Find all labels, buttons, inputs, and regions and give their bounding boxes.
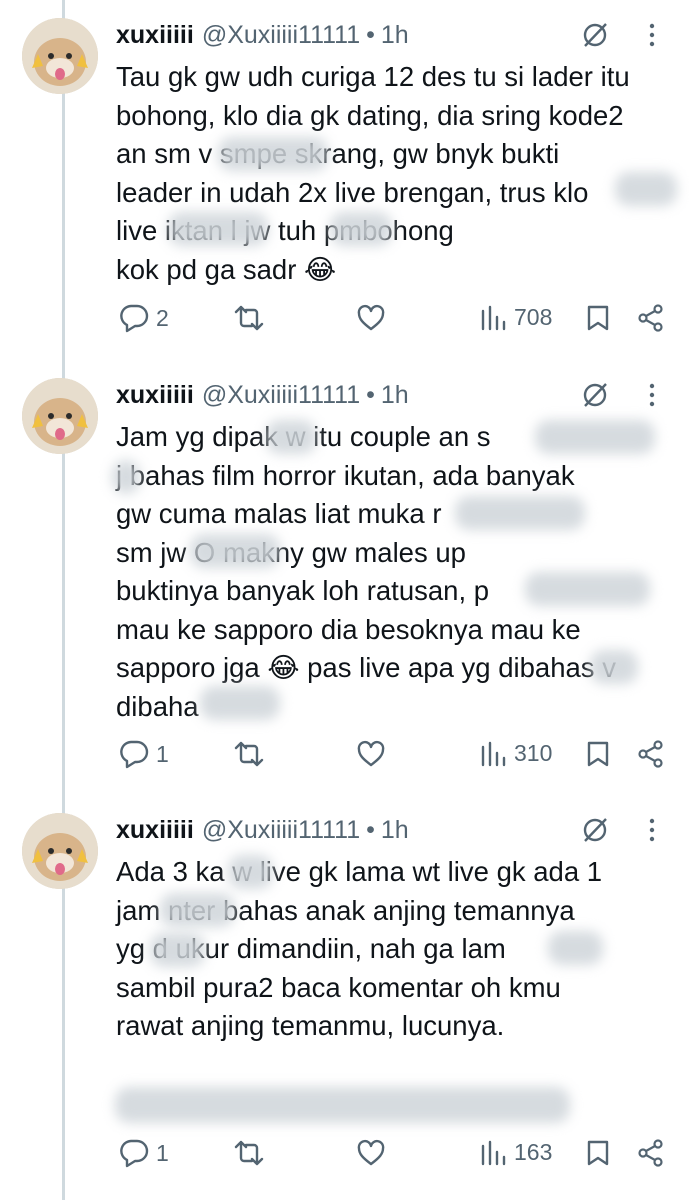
blurred-region: [115, 1087, 570, 1123]
reply-icon: [120, 304, 149, 333]
reply-button[interactable]: 2: [118, 302, 169, 334]
grok-icon[interactable]: [580, 380, 610, 410]
view-count: 163: [514, 1139, 553, 1165]
user-handle[interactable]: @Xuxiiiii11111: [202, 816, 360, 845]
blurred-region: [228, 855, 273, 889]
blurred-region: [160, 893, 235, 927]
like-button[interactable]: [356, 304, 386, 332]
user-handle[interactable]: @Xuxiiiii11111: [202, 21, 360, 50]
reply-icon: [120, 740, 149, 769]
blurred-region: [190, 534, 280, 568]
tweet[interactable]: xuxiiiii @Xuxiiiii11111 • 1h Tau gk gw u…: [0, 0, 689, 360]
reply-count: 1: [156, 1139, 169, 1166]
view-count: 708: [514, 304, 553, 330]
reply-count: 2: [156, 304, 169, 331]
like-button[interactable]: [356, 740, 386, 768]
bookmark-icon: [587, 1140, 609, 1166]
retweet-button[interactable]: [232, 304, 266, 332]
views-button[interactable]: 310: [480, 740, 552, 767]
bookmark-icon: [587, 741, 609, 767]
tweet-header: xuxiiiii @Xuxiiiii11111 • 1h: [116, 18, 409, 52]
share-icon: [638, 1139, 663, 1167]
retweet-button[interactable]: [232, 1139, 266, 1167]
retweet-button[interactable]: [232, 740, 266, 768]
retweet-icon: [234, 305, 264, 331]
retweet-icon: [234, 741, 264, 767]
views-icon: [481, 305, 506, 330]
reply-button[interactable]: 1: [118, 1137, 169, 1169]
share-button[interactable]: [637, 740, 665, 768]
separator-dot: •: [366, 380, 375, 409]
more-icon[interactable]: [640, 380, 664, 410]
more-icon[interactable]: [640, 815, 664, 845]
display-name[interactable]: xuxiiiii: [116, 381, 194, 410]
timestamp[interactable]: 1h: [381, 816, 409, 845]
like-button[interactable]: [356, 1139, 386, 1167]
view-count: 310: [514, 740, 553, 766]
avatar[interactable]: [22, 813, 98, 889]
blurred-region: [330, 212, 392, 246]
blurred-region: [200, 686, 280, 720]
share-button[interactable]: [637, 304, 665, 332]
share-button[interactable]: [637, 1139, 665, 1167]
share-icon: [638, 740, 663, 768]
tweet-text: Tau gk gw udh curiga 12 des tu si lader …: [116, 61, 630, 285]
reply-icon: [120, 1139, 149, 1168]
display-name[interactable]: xuxiiiii: [116, 816, 194, 845]
blurred-region: [525, 572, 650, 606]
tweet-header: xuxiiiii @Xuxiiiii11111 • 1h: [116, 378, 409, 412]
timestamp[interactable]: 1h: [381, 21, 409, 50]
blurred-region: [548, 931, 603, 965]
bookmark-button[interactable]: [586, 740, 610, 768]
blurred-region: [455, 496, 585, 530]
blurred-region: [112, 460, 140, 494]
blurred-region: [150, 933, 205, 967]
heart-icon: [357, 304, 385, 331]
tweet-actions: 1 310: [0, 734, 689, 774]
blurred-region: [218, 137, 328, 171]
blurred-region: [266, 420, 316, 454]
tweet[interactable]: xuxiiiii @Xuxiiiii11111 • 1h Ada 3 ka w …: [0, 795, 689, 1200]
retweet-icon: [234, 1140, 264, 1166]
blurred-region: [590, 650, 638, 684]
grok-icon[interactable]: [580, 20, 610, 50]
avatar[interactable]: [22, 18, 98, 94]
more-icon[interactable]: [640, 20, 664, 50]
tweet[interactable]: xuxiiiii @Xuxiiiii11111 • 1h Jam yg dipa…: [0, 360, 689, 795]
bookmark-button[interactable]: [586, 1139, 610, 1167]
heart-icon: [357, 1139, 385, 1166]
display-name[interactable]: xuxiiiii: [116, 21, 194, 50]
views-button[interactable]: 163: [480, 1139, 552, 1166]
heart-icon: [357, 740, 385, 767]
views-icon: [481, 1140, 506, 1165]
bookmark-icon: [587, 305, 609, 331]
user-handle[interactable]: @Xuxiiiii11111: [202, 381, 360, 410]
separator-dot: •: [366, 20, 375, 49]
views-button[interactable]: 708: [480, 304, 552, 331]
grok-icon[interactable]: [580, 815, 610, 845]
reply-count: 1: [156, 740, 169, 767]
timestamp[interactable]: 1h: [381, 381, 409, 410]
bookmark-button[interactable]: [586, 304, 610, 332]
blurred-region: [615, 172, 677, 206]
views-icon: [481, 741, 506, 766]
separator-dot: •: [366, 815, 375, 844]
tweet-actions: 1 163: [0, 1133, 689, 1173]
share-icon: [638, 304, 663, 332]
tweet-header: xuxiiiii @Xuxiiiii11111 • 1h: [116, 813, 409, 847]
blurred-region: [168, 212, 268, 246]
blurred-region: [535, 420, 655, 454]
tweet-actions: 2 708: [0, 298, 689, 338]
avatar[interactable]: [22, 378, 98, 454]
reply-button[interactable]: 1: [118, 738, 169, 770]
